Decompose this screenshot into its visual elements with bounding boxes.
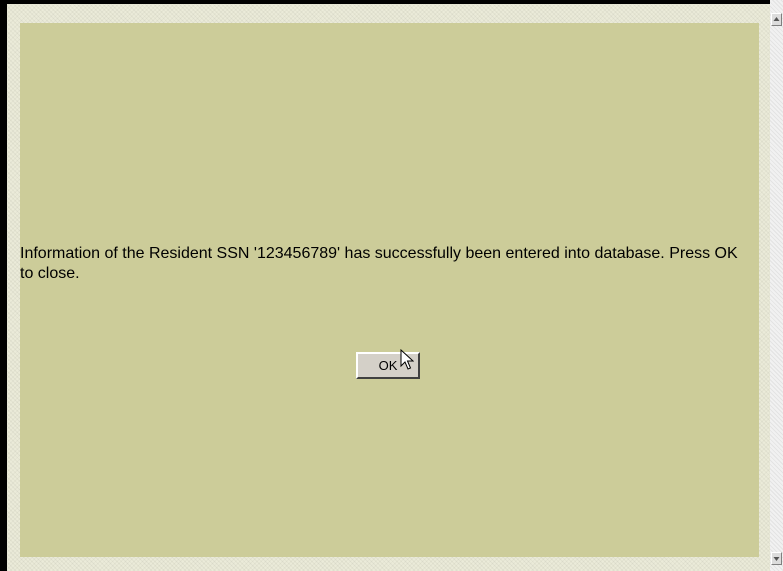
vertical-scrollbar[interactable] (770, 0, 783, 571)
confirmation-panel: Information of the Resident SSN '1234567… (20, 23, 759, 557)
ok-button[interactable]: OK (356, 352, 420, 379)
scroll-up-arrow-icon[interactable] (771, 13, 782, 26)
page-background: Information of the Resident SSN '1234567… (7, 4, 770, 571)
confirmation-message: Information of the Resident SSN '1234567… (20, 245, 738, 282)
window-frame-top (0, 0, 770, 4)
browser-window: Information of the Resident SSN '1234567… (0, 0, 783, 571)
scroll-down-arrow-icon[interactable] (771, 552, 782, 565)
window-frame-left (0, 0, 7, 571)
